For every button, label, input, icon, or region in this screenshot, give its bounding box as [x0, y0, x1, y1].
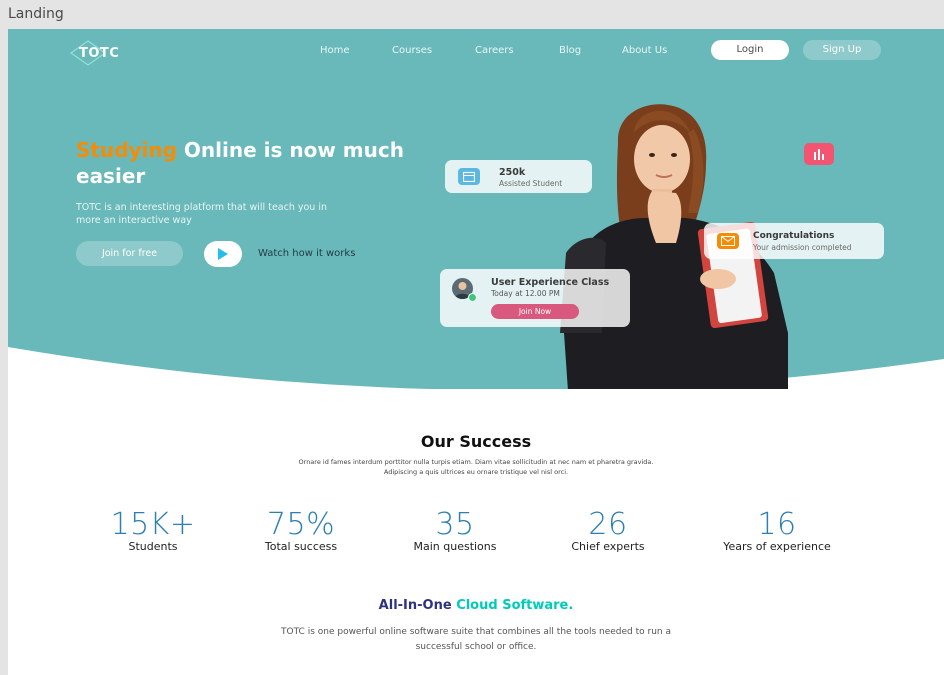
assisted-label: Assisted Student — [499, 179, 563, 188]
bar-chart-icon — [804, 143, 834, 165]
signup-button[interactable]: Sign Up — [803, 40, 881, 60]
nav-link-about-us[interactable]: About Us — [622, 45, 667, 56]
login-button[interactable]: Login — [711, 40, 789, 60]
hero-description: TOTC is an interesting platform that wil… — [76, 202, 328, 226]
all-in-one-title: All-In-One Cloud Software. — [8, 598, 944, 613]
ux-class-card: User Experience Class Today at 12.00 PM … — [440, 269, 630, 327]
landing-page: TOTC Home Courses Careers Blog About Us … — [8, 29, 944, 675]
stat-value: 75% — [266, 507, 336, 542]
stat-value: 16 — [757, 507, 797, 542]
nav-link-home[interactable]: Home — [320, 45, 350, 56]
class-time: Today at 12.00 PM — [491, 289, 560, 298]
join-for-free-button[interactable]: Join for free — [76, 241, 183, 266]
stat-value: 15K+ — [110, 507, 196, 542]
online-status-dot — [468, 293, 477, 302]
stat-chief-experts: 26 Chief experts — [528, 507, 688, 554]
congrats-subtitle: Your admission completed — [753, 243, 852, 252]
congrats-title: Congratulations — [753, 231, 835, 241]
stat-label: Years of experience — [723, 540, 831, 553]
all-in-one-description: TOTC is one powerful online software sui… — [281, 627, 671, 652]
hero-section: TOTC Home Courses Careers Blog About Us … — [8, 29, 944, 389]
logo-text: TOTC — [79, 46, 120, 61]
all-in-one-title-part2: Cloud Software. — [456, 598, 574, 613]
envelope-icon — [717, 233, 739, 249]
assisted-value: 250k — [499, 167, 526, 178]
hero-title: Studying Online is now much easier — [76, 137, 416, 189]
congratulations-card: Congratulations Your admission completed — [704, 223, 884, 259]
play-icon — [218, 248, 228, 260]
stat-students: 15K+ Students — [73, 507, 233, 554]
our-success-title: Our Success — [420, 432, 532, 451]
stat-total-success: 75% Total success — [221, 507, 381, 554]
class-title: User Experience Class — [491, 277, 610, 288]
stat-label: Students — [128, 540, 178, 553]
frame-label: Landing — [8, 6, 64, 22]
our-success-description: Ornare id fames interdum porttitor nulla… — [298, 458, 654, 476]
hero-title-accent: Studying — [76, 138, 177, 162]
nav-link-courses[interactable]: Courses — [392, 45, 432, 56]
stat-main-questions: 35 Main questions — [375, 507, 535, 554]
all-in-one-title-part1: All-In-One — [378, 598, 457, 613]
stat-value: 26 — [588, 507, 628, 542]
stat-value: 35 — [435, 507, 475, 542]
play-video-button[interactable] — [204, 241, 242, 267]
totc-logo[interactable]: TOTC — [68, 40, 128, 66]
calendar-icon — [458, 168, 480, 185]
stat-label: Chief experts — [571, 540, 645, 553]
assisted-students-card: 250k Assisted Student — [445, 160, 592, 193]
nav-link-blog[interactable]: Blog — [559, 45, 581, 56]
stat-years-experience: 16 Years of experience — [697, 507, 857, 554]
nav-link-careers[interactable]: Careers — [475, 45, 514, 56]
stat-label: Main questions — [413, 540, 497, 553]
stat-label: Total success — [264, 540, 338, 553]
join-now-button[interactable]: Join Now — [491, 304, 579, 319]
watch-how-it-works-link[interactable]: Watch how it works — [258, 248, 355, 259]
